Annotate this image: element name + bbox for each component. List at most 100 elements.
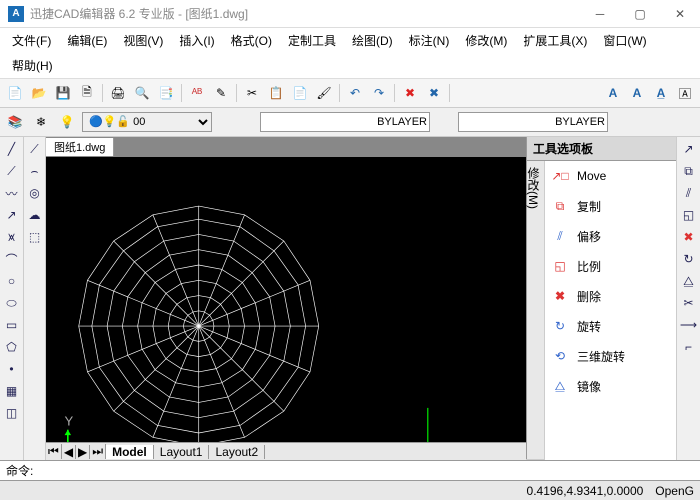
erase-blue-icon[interactable]: ✖ [423, 82, 445, 104]
minimize-button[interactable]: ─ [588, 7, 612, 21]
copy-icon[interactable]: 📋 [265, 82, 287, 104]
tool-rotate[interactable]: ↻旋转 [545, 311, 676, 341]
layout-model[interactable]: Model [106, 445, 154, 459]
menu-file[interactable]: 文件(F) [6, 30, 57, 51]
layout-1[interactable]: Layout1 [154, 445, 210, 459]
text-style-icon[interactable]: 🄰 [674, 82, 696, 104]
tool-scale[interactable]: ◱比例 [545, 251, 676, 281]
find-icon[interactable]: ✎ [210, 82, 232, 104]
tool-rotate3d[interactable]: ⟲三维旋转 [545, 341, 676, 371]
hatch-icon[interactable]: ▦ [2, 381, 22, 401]
layer-select[interactable]: 🔵💡🔓 00 [82, 112, 212, 132]
tab-document[interactable]: 图纸1.dwg [46, 138, 114, 156]
xline-icon[interactable]: ⟋ [25, 139, 45, 159]
text-a3-icon[interactable]: A̲ [650, 82, 672, 104]
tool-palette: 工具选项板 修改(M) 查询 图层 三维动态观察 ↗□Move ⧉复制 ⫽偏移 … [526, 137, 676, 460]
ellipse-icon[interactable]: ⬭ [2, 293, 22, 313]
text-a2-icon[interactable]: A [626, 82, 648, 104]
menu-insert[interactable]: 插入(I) [173, 30, 220, 51]
canvas[interactable]: X Y [46, 157, 526, 442]
tool-copy[interactable]: ⧉复制 [545, 191, 676, 221]
r-offset-icon[interactable]: ⫽ [679, 183, 699, 203]
menu-draw[interactable]: 绘图(D) [346, 30, 399, 51]
multiline-icon[interactable]: ⩙ [2, 227, 22, 247]
matchprop-icon[interactable]: 🖌 [313, 82, 335, 104]
linetype-select[interactable] [260, 112, 430, 132]
spell-icon[interactable]: ᴬᴮ [186, 82, 208, 104]
layout-2[interactable]: Layout2 [209, 445, 265, 459]
save-icon[interactable]: 💾 [52, 82, 74, 104]
donut-icon[interactable]: ◎ [25, 183, 45, 203]
menu-dimension[interactable]: 标注(N) [403, 30, 456, 51]
revcloud-icon[interactable]: ☁ [25, 205, 45, 225]
tool-offset[interactable]: ⫽偏移 [545, 221, 676, 251]
plot-icon[interactable]: 📑 [155, 82, 177, 104]
menu-modify[interactable]: 修改(M) [459, 30, 513, 51]
menu-extend[interactable]: 扩展工具(X) [517, 30, 593, 51]
layer-bulb-icon[interactable]: 💡 [56, 111, 78, 133]
text-a1-icon[interactable]: A [602, 82, 624, 104]
r-fillet-icon[interactable]: ⌐ [679, 337, 699, 357]
line-icon[interactable]: ╱ [2, 139, 22, 159]
move-icon: ↗□ [549, 165, 571, 187]
r-delete-icon[interactable]: ✖ [679, 227, 699, 247]
polyline-icon[interactable]: ⟋ [2, 161, 22, 181]
main-toolbar: 📄 📂 💾 🗎 🖨 🔍 📑 ᴬᴮ ✎ ✂ 📋 📄 🖌 ↶ ↷ ✖ ✖ A A A… [0, 79, 700, 108]
lineweight-select[interactable] [458, 112, 608, 132]
layout-first-icon[interactable]: ⏮ [46, 444, 62, 459]
print-icon[interactable]: 🖨 [107, 82, 129, 104]
new-icon[interactable]: 📄 [4, 82, 26, 104]
rotate3d-icon: ⟲ [549, 345, 571, 367]
window-title: 迅捷CAD编辑器 6.2 专业版 - [图纸1.dwg] [30, 5, 588, 22]
paste-icon[interactable]: 📄 [289, 82, 311, 104]
tool-delete[interactable]: ✖删除 [545, 281, 676, 311]
menu-window[interactable]: 窗口(W) [597, 30, 652, 51]
status-coords: 0.4196,4.9341,0.0000 [527, 484, 644, 498]
arc-icon[interactable]: ⌒ [2, 249, 22, 269]
command-line[interactable]: 命令: [0, 460, 700, 480]
vtab-modify[interactable]: 修改(M) [523, 161, 544, 460]
app-icon: A [8, 6, 24, 22]
menu-custom[interactable]: 定制工具 [282, 30, 342, 51]
cut-icon[interactable]: ✂ [241, 82, 263, 104]
properties-bar: 📚 ❄ 💡 🔵💡🔓 00 [0, 108, 700, 137]
redo-icon[interactable]: ↷ [368, 82, 390, 104]
menu-view[interactable]: 视图(V) [117, 30, 169, 51]
tool-move[interactable]: ↗□Move [545, 161, 676, 191]
erase-red-icon[interactable]: ✖ [399, 82, 421, 104]
open-icon[interactable]: 📂 [28, 82, 50, 104]
layer-freeze-icon[interactable]: ❄ [30, 111, 52, 133]
arc2-icon[interactable]: ⌢ [25, 161, 45, 181]
r-trim-icon[interactable]: ✂ [679, 293, 699, 313]
polygon-icon[interactable]: ⬠ [2, 337, 22, 357]
maximize-button[interactable]: ▢ [628, 7, 652, 21]
copy-tool-icon: ⧉ [549, 195, 571, 217]
modify-toolbar: ↗ ⧉ ⫽ ◱ ✖ ↻ ⧋ ✂ ⟶ ⌐ [676, 137, 700, 460]
r-mirror-icon[interactable]: ⧋ [679, 271, 699, 291]
region-icon[interactable]: ◫ [2, 403, 22, 423]
circle-icon[interactable]: ○ [2, 271, 22, 291]
layout-next-icon[interactable]: ▶ [76, 445, 90, 459]
point-icon[interactable]: • [2, 359, 22, 379]
spline-icon[interactable]: 〰 [2, 183, 22, 203]
r-rotate-icon[interactable]: ↻ [679, 249, 699, 269]
rectangle-icon[interactable]: ▭ [2, 315, 22, 335]
ray-icon[interactable]: ↗ [2, 205, 22, 225]
menu-help[interactable]: 帮助(H) [6, 55, 59, 76]
undo-icon[interactable]: ↶ [344, 82, 366, 104]
saveall-icon[interactable]: 🗎 [76, 82, 98, 104]
close-button[interactable]: ✕ [668, 7, 692, 21]
menu-format[interactable]: 格式(O) [225, 30, 278, 51]
preview-icon[interactable]: 🔍 [131, 82, 153, 104]
layer-manager-icon[interactable]: 📚 [4, 111, 26, 133]
layout-tabs: ⏮ ◀ ▶ ⏭ Model Layout1 Layout2 [46, 442, 526, 460]
layout-last-icon[interactable]: ⏭ [90, 444, 106, 459]
r-scale-icon[interactable]: ◱ [679, 205, 699, 225]
r-copy-icon[interactable]: ⧉ [679, 161, 699, 181]
tool-mirror[interactable]: ⧋镜像 [545, 371, 676, 401]
menu-edit[interactable]: 编辑(E) [61, 30, 113, 51]
layout-prev-icon[interactable]: ◀ [62, 445, 76, 459]
boundary-icon[interactable]: ⬚ [25, 227, 45, 247]
r-move-icon[interactable]: ↗ [679, 139, 699, 159]
r-extend-icon[interactable]: ⟶ [679, 315, 699, 335]
